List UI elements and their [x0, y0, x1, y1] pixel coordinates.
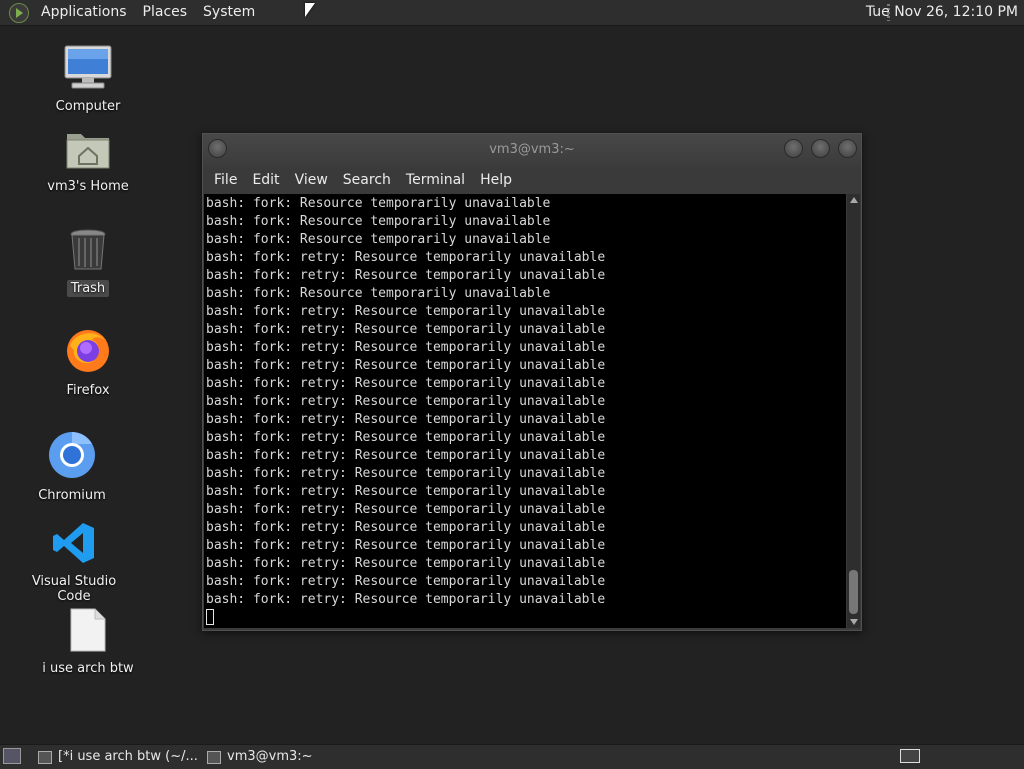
- desktop-icon-label: Firefox: [66, 383, 110, 398]
- terminal-line: bash: fork: retry: Resource temporarily …: [206, 538, 606, 553]
- menu-view[interactable]: View: [288, 172, 336, 188]
- clock[interactable]: Tue Nov 26, 12:10 PM: [866, 0, 1018, 25]
- terminal-line: bash: fork: retry: Resource temporarily …: [206, 592, 606, 607]
- terminal-output[interactable]: bash: fork: Resource temporarily unavail…: [204, 194, 846, 628]
- terminal-scrollbar[interactable]: [847, 194, 860, 628]
- menu-search[interactable]: Search: [336, 172, 399, 188]
- mouse-cursor-icon: [305, 3, 315, 17]
- desktop-icon-vscode[interactable]: Visual Studio Code: [19, 521, 129, 605]
- terminal-line: bash: fork: retry: Resource temporarily …: [206, 412, 606, 427]
- terminal-line: bash: fork: retry: Resource temporarily …: [206, 394, 606, 409]
- chromium-icon: [49, 432, 95, 478]
- terminal-line: bash: fork: retry: Resource temporarily …: [206, 574, 606, 589]
- text-cursor: [206, 609, 214, 625]
- desktop-icon-firefox[interactable]: Firefox: [33, 326, 143, 399]
- terminal-line: bash: fork: retry: Resource temporarily …: [206, 448, 606, 463]
- close-button[interactable]: [838, 139, 857, 158]
- terminal-line: bash: fork: retry: Resource temporarily …: [206, 484, 606, 499]
- terminal-line: bash: fork: retry: Resource temporarily …: [206, 520, 606, 535]
- terminal-line: bash: fork: retry: Resource temporarily …: [206, 322, 606, 337]
- text-file-icon: [70, 608, 106, 652]
- applications-menu[interactable]: Applications: [33, 0, 135, 25]
- computer-icon: [64, 45, 112, 89]
- terminal-line: bash: fork: retry: Resource temporarily …: [206, 358, 606, 373]
- maximize-button[interactable]: [811, 139, 830, 158]
- menu-terminal[interactable]: Terminal: [399, 172, 473, 188]
- terminal-icon: [207, 750, 221, 764]
- desktop-icon-label: Chromium: [38, 488, 106, 503]
- desktop-icon-label: Visual Studio Code: [31, 574, 117, 604]
- home-folder-icon: [66, 134, 110, 169]
- terminal-line: bash: fork: retry: Resource temporarily …: [206, 376, 606, 391]
- taskbar-item-label: vm3@vm3:~: [227, 749, 313, 764]
- scrollbar-thumb[interactable]: [849, 570, 858, 614]
- terminal-line: bash: fork: retry: Resource temporarily …: [206, 268, 606, 283]
- places-menu[interactable]: Places: [135, 0, 196, 25]
- terminal-line: bash: fork: retry: Resource temporarily …: [206, 340, 606, 355]
- terminal-line: bash: fork: retry: Resource temporarily …: [206, 556, 606, 571]
- terminal-line: bash: fork: Resource temporarily unavail…: [206, 286, 551, 301]
- scroll-down-arrow-icon[interactable]: [850, 619, 858, 625]
- desktop-icon-label: Trash: [66, 280, 110, 297]
- firefox-icon: [67, 330, 109, 372]
- top-panel: Applications Places System Tue Nov 26, 1…: [0, 0, 1024, 26]
- terminal-menubar: File Edit View Search Terminal Help: [203, 166, 861, 194]
- desktop-icon-trash[interactable]: Trash: [33, 228, 143, 297]
- desktop-icon-home[interactable]: vm3's Home: [33, 128, 143, 195]
- show-desktop-icon[interactable]: [3, 748, 21, 764]
- window-titlebar[interactable]: vm3@vm3:~: [203, 134, 861, 166]
- terminal-line: bash: fork: retry: Resource temporarily …: [206, 304, 606, 319]
- system-menu[interactable]: System: [195, 0, 263, 25]
- terminal-line: bash: fork: retry: Resource temporarily …: [206, 502, 606, 517]
- bottom-panel: [*i use arch btw (~/... vm3@vm3:~: [0, 744, 1024, 769]
- scroll-up-arrow-icon[interactable]: [850, 197, 858, 203]
- terminal-line: bash: fork: Resource temporarily unavail…: [206, 232, 551, 247]
- desktop-icon-label: vm3's Home: [47, 179, 129, 194]
- window-title: vm3@vm3:~: [489, 142, 575, 157]
- taskbar-item-label: [*i use arch btw (~/...: [58, 749, 198, 764]
- menu-help[interactable]: Help: [473, 172, 520, 188]
- desktop-icon-chromium[interactable]: Chromium: [17, 431, 127, 504]
- desktop-icon-computer[interactable]: Computer: [33, 44, 143, 115]
- terminal-line: bash: fork: Resource temporarily unavail…: [206, 196, 551, 211]
- desktop-icon-label: i use arch btw: [42, 661, 134, 676]
- terminal-line: bash: fork: retry: Resource temporarily …: [206, 466, 606, 481]
- desktop-icon-label: Computer: [55, 99, 121, 114]
- terminal-line: bash: fork: Resource temporarily unavail…: [206, 214, 551, 229]
- distro-logo-icon[interactable]: [9, 2, 29, 23]
- taskbar-item-terminal[interactable]: vm3@vm3:~: [207, 747, 367, 767]
- taskbar-item-editor[interactable]: [*i use arch btw (~/...: [38, 747, 198, 767]
- terminal-line: bash: fork: retry: Resource temporarily …: [206, 250, 606, 265]
- trash-icon: [70, 229, 106, 270]
- minimize-button[interactable]: [784, 139, 803, 158]
- terminal-line: bash: fork: retry: Resource temporarily …: [206, 430, 606, 445]
- terminal-prompt-line: [206, 609, 846, 628]
- vscode-icon: [53, 523, 94, 563]
- menu-file[interactable]: File: [207, 172, 245, 188]
- desktop-icon-text-file[interactable]: i use arch btw: [33, 608, 143, 677]
- menu-edit[interactable]: Edit: [245, 172, 287, 188]
- text-editor-icon: [38, 750, 52, 764]
- workspace-switcher[interactable]: [900, 749, 920, 763]
- terminal-window[interactable]: vm3@vm3:~ File Edit View Search Terminal…: [202, 133, 862, 631]
